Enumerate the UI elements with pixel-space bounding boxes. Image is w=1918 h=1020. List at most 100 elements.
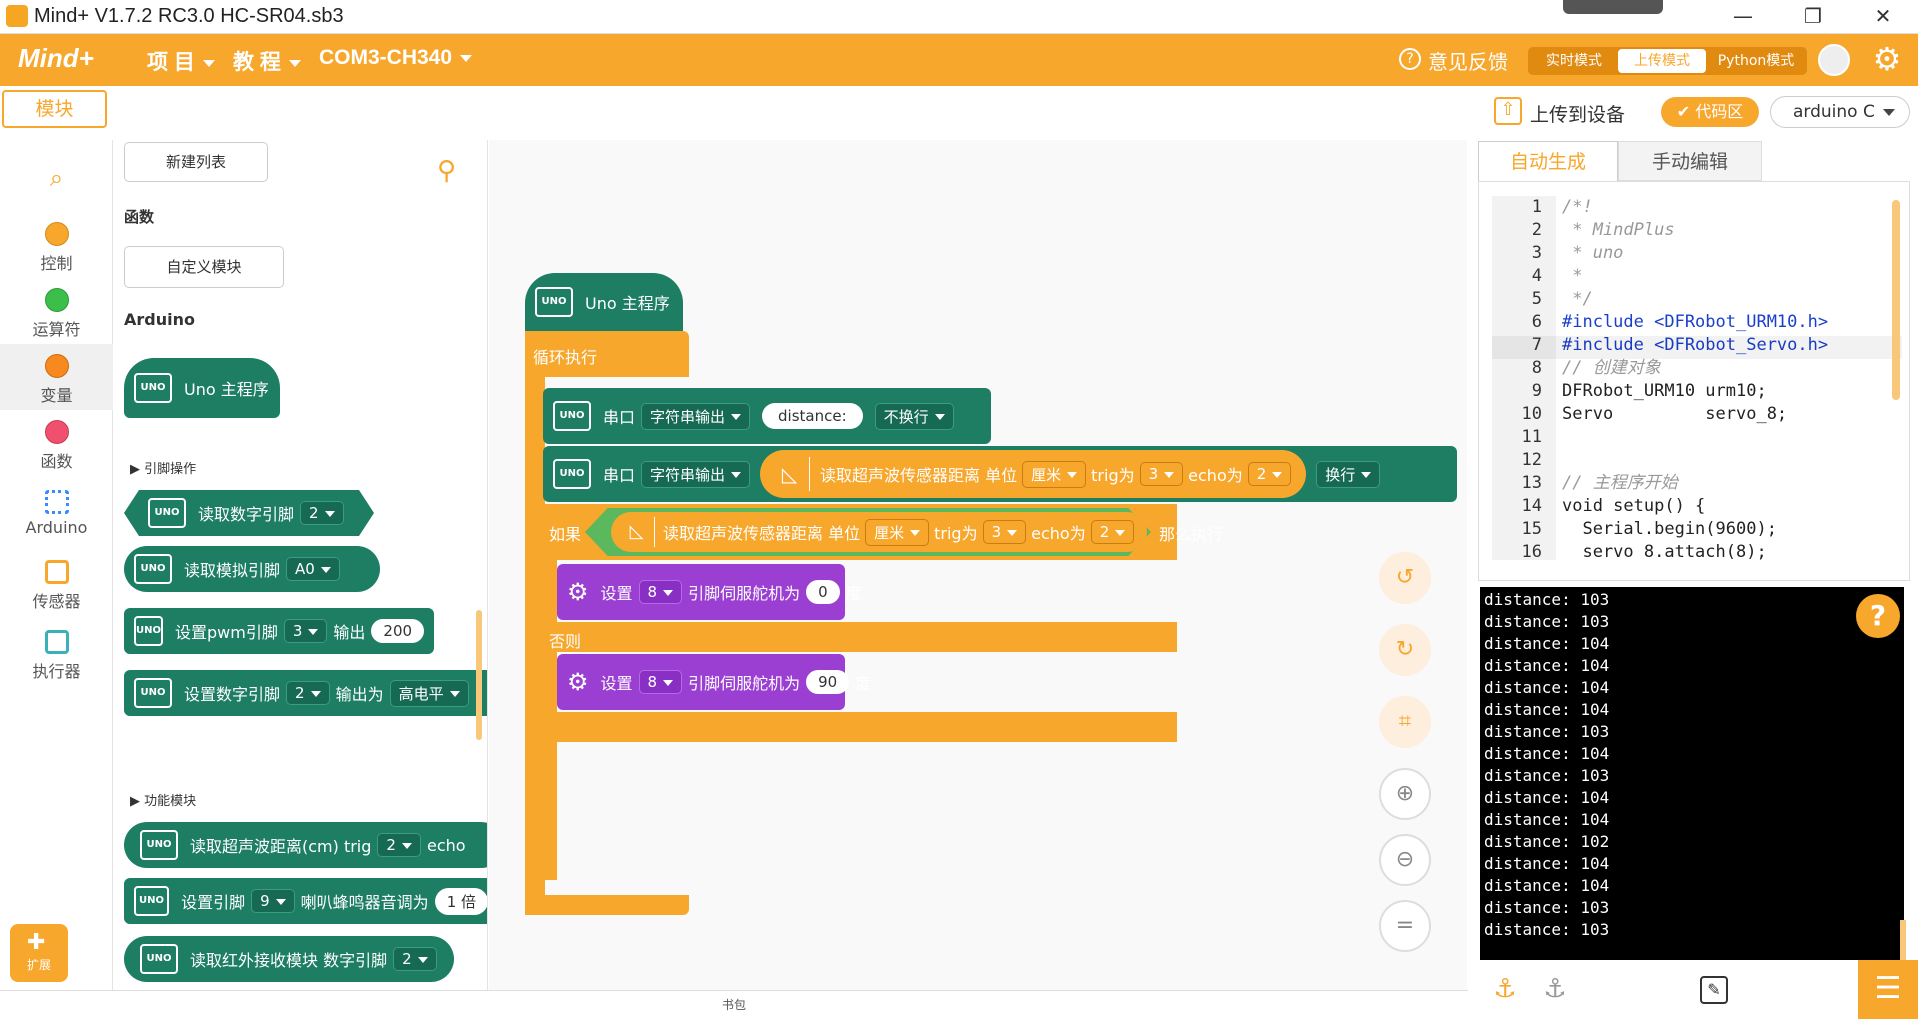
script-canvas[interactable]: UNO Uno 主程序 循环执行 UNO 串口 字符串输出 distance: 不换行 U… [489, 140, 1467, 990]
block-label: 读取超声波传感器距离 单位 [663, 524, 861, 543]
mode-realtime[interactable]: 实时模式 [1532, 49, 1616, 73]
code-editor[interactable]: 1 2 3 4 5 6 7 8 9 10 11 12 13 14 15 16 /*! * MindPlus *… [1492, 196, 1902, 560]
undo-button[interactable]: ↺ [1379, 552, 1431, 604]
text-input[interactable]: distance: [762, 403, 863, 429]
zoom-in-button[interactable]: ⊕ [1379, 768, 1431, 820]
crop-button[interactable]: ⌗ [1379, 696, 1431, 748]
unit-dropdown[interactable]: 厘米 [1022, 460, 1087, 488]
category-actuators[interactable]: 执行器 [0, 620, 113, 686]
avatar[interactable] [1818, 44, 1850, 76]
category-label: 执行器 [32, 662, 81, 681]
mode-upload[interactable]: 上传模式 [1618, 49, 1706, 73]
close-button[interactable]: ✕ [1853, 0, 1913, 34]
gear-icon[interactable]: ⚙ [1870, 42, 1904, 76]
zoom-reset-button[interactable]: = [1379, 900, 1431, 952]
serial-monitor[interactable]: distance: 103 distance: 103 distance: 104 d… [1480, 587, 1904, 960]
output-mode-dropdown[interactable]: 字符串输出 [641, 460, 751, 488]
echo-dropdown[interactable]: 2 [1247, 462, 1292, 486]
read-analog-block[interactable]: UNO 读取模拟引脚 A0 [124, 546, 380, 592]
tone-input[interactable]: 1 倍 [434, 887, 487, 915]
custom-block-button[interactable]: 自定义模块 [124, 246, 284, 288]
serial-line: distance: 103 [1484, 722, 1610, 741]
usb-disconnect-icon[interactable]: ⚓ [1530, 964, 1580, 1014]
func-modules-toggle[interactable]: ▶ 功能模块 [130, 790, 196, 809]
servo-block-2[interactable]: ⚙ 设置 8 引脚伺服舵机为 90 度 [557, 654, 871, 710]
set-digital-block[interactable]: UNO 设置数字引脚 2 输出为 高电平 [124, 670, 487, 716]
category-operators[interactable]: 运算符 [0, 278, 113, 344]
servo-pin-dropdown[interactable]: 8 [638, 670, 683, 694]
tab-auto-generate[interactable]: 自动生成 [1478, 141, 1618, 181]
serial-print-block-2[interactable]: UNO 串口 字符串输出 ◺ 读取超声波传感器距离 单位 厘米 trig为 3 echo为 2 … [543, 446, 1457, 502]
ir-block[interactable]: UNO 读取红外接收模块 数字引脚 2 [124, 936, 454, 982]
category-arduino[interactable]: Arduino [0, 480, 113, 546]
read-digital-block[interactable]: UNO 读取数字引脚 2 [124, 490, 374, 536]
language-select[interactable]: arduino C [1770, 96, 1910, 128]
redo-button[interactable]: ↻ [1379, 624, 1431, 676]
pin-dropdown[interactable]: 9 [251, 889, 295, 913]
new-list-button[interactable]: 新建列表 [124, 142, 268, 182]
palette-scrollbar[interactable] [476, 610, 482, 740]
help-button[interactable]: ? [1856, 594, 1900, 638]
pin-dropdown[interactable]: A0 [286, 557, 340, 581]
serial-print-block-1[interactable]: UNO 串口 字符串输出 distance: 不换行 [543, 388, 991, 444]
ultrasonic-block[interactable]: UNO 读取超声波距离(cm) trig 2 echo [124, 822, 487, 868]
code-area-toggle[interactable]: ✔ 代码区 [1661, 97, 1759, 127]
upload-button[interactable]: 上传到设备 [1530, 100, 1625, 127]
extensions-button[interactable]: ✚ 扩展 [10, 924, 68, 982]
value-input[interactable]: 200 [371, 619, 425, 643]
feedback-link[interactable]: 意见反馈 [1428, 46, 1508, 75]
menu-project[interactable]: 项 目 [147, 46, 215, 76]
unit-dropdown[interactable]: 厘米 [865, 518, 930, 546]
zoom-out-button[interactable]: ⊖ [1379, 834, 1431, 886]
block-label: 输出为 [335, 685, 384, 704]
buzzer-block[interactable]: UNO 设置引脚 9 喇叭蜂鸣器音调为 1 倍 [124, 878, 487, 924]
category-variables[interactable]: 变量 [0, 344, 113, 410]
block-label: trig为 [1091, 466, 1135, 485]
category-functions[interactable]: 函数 [0, 410, 113, 476]
trig-dropdown[interactable]: 3 [982, 520, 1027, 544]
maximize-button[interactable]: ❐ [1783, 0, 1843, 34]
angle-input[interactable]: 0 [806, 580, 840, 604]
ruler-icon: ◺ [619, 517, 655, 547]
set-pwm-block[interactable]: UNO 设置pwm引脚 3 输出 200 [124, 608, 434, 654]
pin-icon[interactable]: ⚲ [437, 156, 456, 186]
ultrasonic-reporter[interactable]: ◺ 读取超声波传感器距离 单位 厘米 trig为 3 echo为 2 [611, 512, 1148, 552]
category-sensors[interactable]: 传感器 [0, 550, 113, 616]
pin-dropdown[interactable]: 2 [286, 681, 330, 705]
clear-serial-icon[interactable]: ✎ [1700, 976, 1728, 1004]
help-circle-icon: ? [1399, 48, 1421, 70]
menu-port[interactable]: COM3-CH340 [319, 46, 473, 70]
comparison-block[interactable]: ◺读取超声波传感器距离 单位厘米trig为3echo为2 <10 [585, 508, 1151, 556]
servo-block-1[interactable]: ⚙ 设置 8 引脚伺服舵机为 0 度 [557, 564, 862, 620]
script-uno-main[interactable]: UNO Uno 主程序 [525, 273, 683, 331]
echo-dropdown[interactable]: 2 [1090, 520, 1135, 544]
tab-manual-edit[interactable]: 手动编辑 [1618, 141, 1762, 181]
servo-pin-dropdown[interactable]: 8 [638, 580, 683, 604]
uno-main-block[interactable]: UNO Uno 主程序 [124, 358, 280, 418]
angle-input[interactable]: 90 [806, 670, 850, 694]
output-mode-dropdown[interactable]: 字符串输出 [641, 402, 751, 430]
serial-scrollbar[interactable] [1900, 920, 1906, 960]
level-dropdown[interactable]: 高电平 [389, 679, 469, 707]
ultrasonic-reporter[interactable]: ◺ 读取超声波传感器距离 单位 厘米 trig为 3 echo为 2 [760, 450, 1307, 498]
newline-dropdown[interactable]: 不换行 [874, 402, 954, 430]
minimize-button[interactable]: — [1713, 0, 1773, 34]
list-menu-icon[interactable]: ☰ [1858, 960, 1918, 1019]
code-scrollbar[interactable] [1892, 200, 1900, 400]
menu-tutorial[interactable]: 教 程 [233, 46, 301, 76]
pin-ops-toggle[interactable]: ▶ 引脚操作 [130, 458, 196, 477]
usb-icon[interactable]: ⚓ [1480, 964, 1530, 1014]
trig-dropdown[interactable]: 3 [1139, 462, 1184, 486]
pin-dropdown[interactable]: 2 [393, 947, 437, 971]
backpack-bar[interactable]: 书包 [0, 990, 1468, 1019]
category-control[interactable]: 控制 [0, 212, 113, 278]
trig-dropdown[interactable]: 2 [377, 833, 421, 857]
code-line: servo_8.attach(8); [1562, 542, 1767, 560]
mode-python[interactable]: Python模式 [1710, 49, 1802, 73]
pin-dropdown[interactable]: 2 [300, 501, 344, 525]
pin-dropdown[interactable]: 3 [283, 619, 328, 643]
serial-line: distance: 103 [1484, 766, 1610, 785]
tab-modules[interactable]: 模块 [2, 90, 107, 128]
newline-dropdown[interactable]: 换行 [1316, 460, 1381, 488]
serial-line: distance: 104 [1484, 678, 1610, 697]
